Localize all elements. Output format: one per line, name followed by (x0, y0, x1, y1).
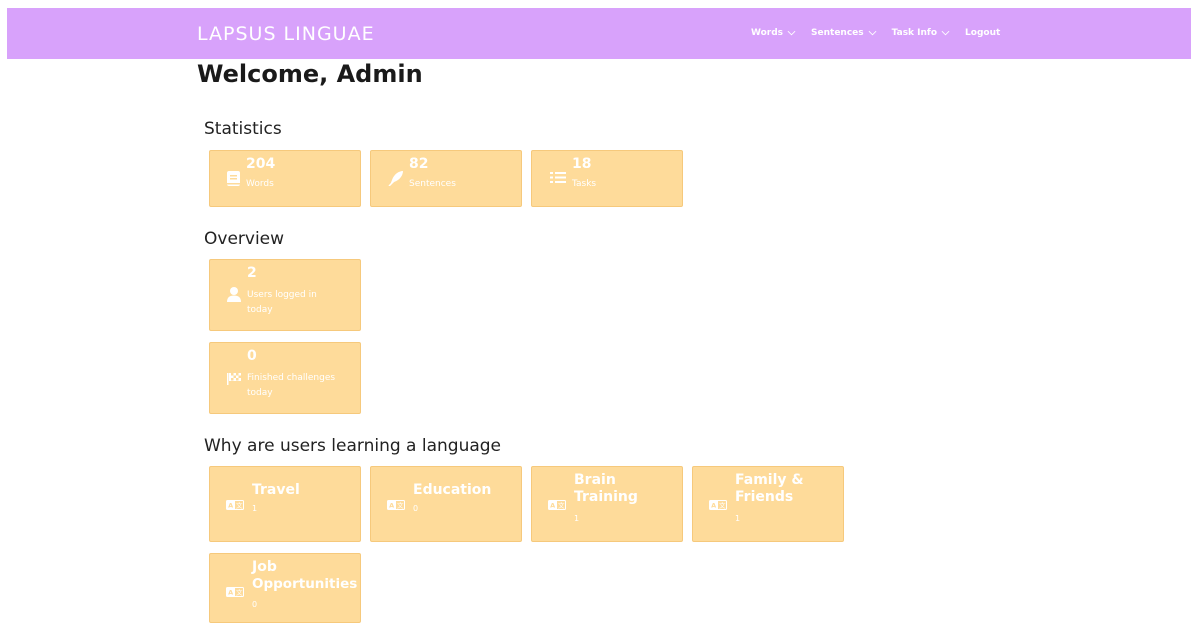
svg-text:文: 文 (397, 501, 404, 510)
svg-text:文: 文 (236, 588, 243, 597)
nav-task-info-dropdown[interactable]: Task Info (892, 28, 950, 38)
reason-name-line2: Training (574, 489, 638, 505)
svg-text:A: A (228, 589, 233, 597)
reason-count: 0 (252, 600, 258, 609)
language-icon: A 文 (548, 500, 566, 510)
reason-name-line1: Job (252, 559, 277, 575)
checkered-flag-icon (227, 373, 241, 385)
nav-task-info-label: Task Info (891, 28, 938, 38)
reason-name-line1: Brain (574, 472, 616, 488)
language-icon: A 文 (226, 500, 244, 510)
nav-words-dropdown[interactable]: Words (751, 28, 796, 38)
nav-logout-label: Logout (965, 28, 1001, 38)
stat-label: Tasks (572, 179, 597, 189)
stat-label: Words (246, 179, 274, 189)
reason-card-job-opportunities[interactable]: Job Opportunities A 文 0 (209, 553, 361, 623)
language-icon: A 文 (387, 500, 405, 510)
feather-icon (388, 171, 403, 186)
svg-text:文: 文 (558, 501, 565, 510)
reason-count: 1 (252, 504, 258, 513)
reason-name-line2: Opportunities (252, 576, 358, 592)
page-title: Welcome, Admin (197, 60, 423, 88)
svg-text:文: 文 (236, 501, 243, 510)
nav-logout-link[interactable]: Logout (965, 28, 1000, 38)
reason-name-line2: Friends (735, 489, 794, 505)
reasons-heading: Why are users learning a language (204, 436, 502, 456)
svg-text:A: A (550, 502, 555, 510)
stat-card-tasks[interactable]: 18 Tasks (531, 150, 683, 207)
reason-name-line1: Family & (735, 472, 804, 488)
stat-value: 18 (572, 156, 592, 172)
chevron-down-icon (941, 30, 950, 36)
statistics-heading: Statistics (204, 119, 282, 139)
nav-words-label: Words (751, 28, 784, 38)
overview-label-line2: today (247, 305, 273, 315)
overview-card-users[interactable]: 2 Users logged in today (209, 259, 361, 331)
reason-count: 0 (413, 504, 419, 513)
chevron-down-icon (787, 30, 796, 36)
book-icon (227, 171, 240, 186)
overview-label-line2: today (247, 388, 273, 398)
list-icon (550, 172, 566, 183)
stat-value: 82 (409, 156, 429, 172)
reason-count: 1 (735, 514, 741, 523)
nav-sentences-dropdown[interactable]: Sentences (811, 28, 877, 38)
language-icon: A 文 (226, 587, 244, 597)
reason-card-brain-training[interactable]: Brain Training A 文 1 (531, 466, 683, 542)
reason-card-family-friends[interactable]: Family & Friends A 文 1 (692, 466, 844, 542)
reason-card-education[interactable]: Education A 文 0 (370, 466, 522, 542)
brand-logo[interactable]: LAPSUS LINGUAE (197, 23, 375, 45)
stat-value: 204 (246, 156, 276, 172)
nav-sentences-label: Sentences (811, 28, 864, 38)
svg-text:文: 文 (719, 501, 726, 510)
reason-count: 1 (574, 514, 580, 523)
language-icon: A 文 (709, 500, 727, 510)
top-navbar: LAPSUS LINGUAE Words Sentences Task Info… (7, 8, 1191, 59)
reason-name: Travel (252, 482, 300, 498)
stat-card-words[interactable]: 204 Words (209, 150, 361, 207)
svg-text:A: A (711, 502, 716, 510)
svg-text:A: A (389, 502, 394, 510)
chevron-down-icon (868, 30, 877, 36)
nav-links: Words Sentences Task Info Logout (751, 28, 1000, 38)
stat-label: Sentences (409, 179, 456, 189)
reason-name: Education (413, 482, 492, 498)
stat-card-sentences[interactable]: 82 Sentences (370, 150, 522, 207)
overview-card-challenges[interactable]: 0 Finished challenges today (209, 342, 361, 414)
reason-card-travel[interactable]: Travel A 文 1 (209, 466, 361, 542)
svg-text:A: A (228, 502, 233, 510)
overview-value: 2 (247, 265, 257, 281)
overview-value: 0 (247, 348, 257, 364)
user-icon (227, 287, 241, 302)
overview-heading: Overview (204, 229, 285, 249)
